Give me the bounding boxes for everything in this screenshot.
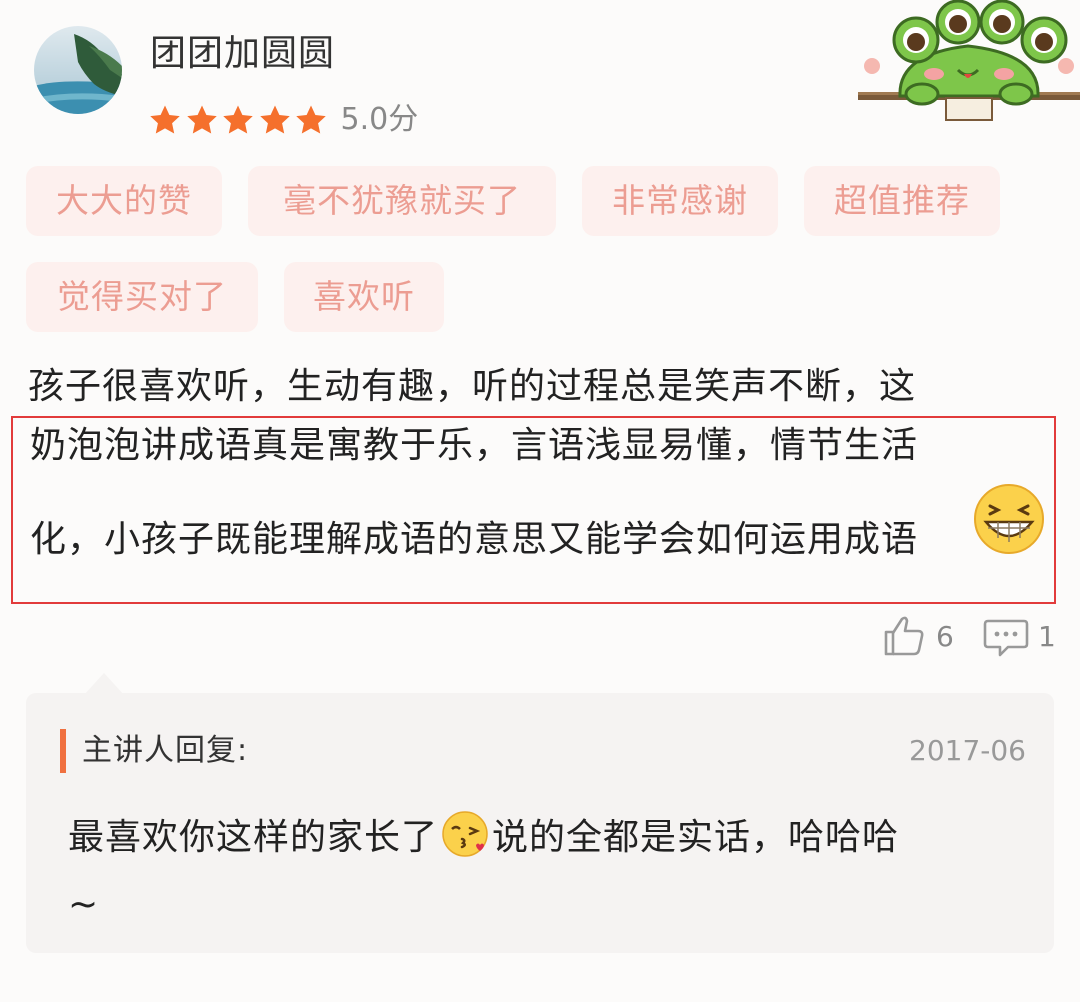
tag-recommend[interactable]: 超值推荐 bbox=[804, 166, 1000, 236]
username[interactable]: 团团加圆圆 bbox=[150, 28, 335, 80]
comment-action[interactable]: 1 bbox=[982, 608, 1056, 664]
review-text-line-1: 孩子很喜欢听，生动有趣，听的过程总是笑声不断，这 bbox=[28, 366, 917, 407]
reply-text-line-2: ~ bbox=[68, 883, 100, 925]
reply-text-before: 最喜欢你这样的家长了 bbox=[68, 817, 439, 858]
rating-score: 5.0分 bbox=[340, 102, 419, 137]
reply-text-after: 说的全都是实话，哈哈哈 bbox=[492, 817, 900, 858]
tag-thanks[interactable]: 非常感谢 bbox=[582, 166, 778, 236]
comment-count: 1 bbox=[1038, 619, 1056, 653]
like-count: 6 bbox=[936, 619, 954, 653]
avatar[interactable] bbox=[34, 26, 122, 114]
reply-title: 主讲人回复: bbox=[82, 733, 249, 768]
reply-text-line-1: 最喜欢你这样的家长了 说的全都是实话，哈哈哈 bbox=[68, 806, 899, 862]
like-action[interactable]: 6 bbox=[880, 608, 954, 664]
reply-accent-bar bbox=[60, 729, 66, 773]
tag-like-listening[interactable]: 喜欢听 bbox=[284, 262, 444, 332]
thumbs-up-icon[interactable] bbox=[880, 612, 928, 660]
comment-icon[interactable] bbox=[982, 612, 1030, 660]
grinning-emoji bbox=[974, 484, 1044, 554]
reply-date: 2017-06 bbox=[909, 734, 1026, 767]
star-icon bbox=[150, 105, 180, 134]
star-icon bbox=[259, 105, 290, 134]
tag-bought-without-hesitation[interactable]: 毫不犹豫就买了 bbox=[248, 166, 556, 236]
review-text-line-3: 化，小孩子既能理解成语的意思又能学会如何运用成语 bbox=[30, 519, 919, 560]
reply-pointer bbox=[84, 673, 124, 695]
star-icon bbox=[296, 105, 326, 134]
tag-great[interactable]: 大大的赞 bbox=[26, 166, 222, 236]
review-text-line-2: 奶泡泡讲成语真是寓教于乐，言语浅显易懂，情节生活 bbox=[30, 425, 919, 466]
kiss-emoji bbox=[442, 811, 488, 857]
frog-sticker bbox=[858, 0, 1080, 121]
star-icon bbox=[223, 105, 253, 134]
tag-right-purchase[interactable]: 觉得买对了 bbox=[26, 262, 258, 332]
star-rating: 5.0分 bbox=[148, 100, 418, 140]
star-icon bbox=[186, 105, 217, 134]
